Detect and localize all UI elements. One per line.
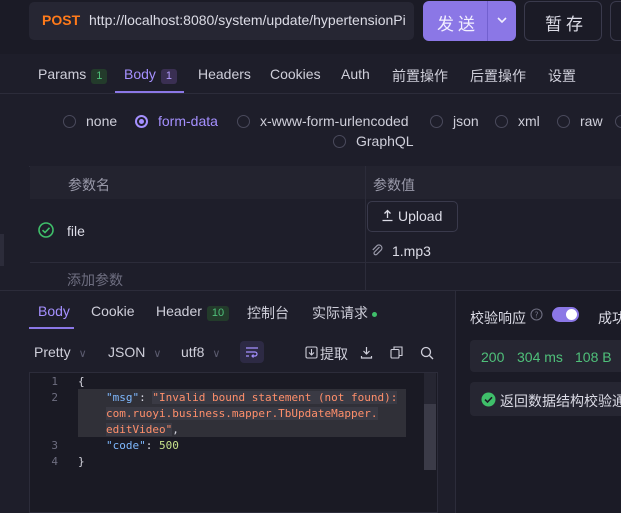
radio-none[interactable] (63, 115, 76, 128)
tab-body[interactable]: Body 1 (124, 66, 178, 84)
tab-headers[interactable]: Headers (198, 66, 251, 82)
tab-auth[interactable]: Auth (341, 66, 370, 82)
format-select[interactable]: Pretty ∨ (34, 344, 87, 360)
send-divider (487, 1, 488, 41)
url-input[interactable]: http://localhost:8080/system/update/hype… (89, 12, 412, 28)
response-tab-header[interactable]: Header 10 (156, 303, 230, 321)
tab-pre-actions[interactable]: 前置操作 (392, 66, 448, 86)
send-button-label[interactable]: 发送 (437, 10, 479, 35)
radio-urlencoded-label[interactable]: x-www-form-urlencoded (260, 113, 409, 129)
radio-xml[interactable] (495, 115, 508, 128)
validate-response-toggle[interactable] (552, 307, 579, 322)
success-icon (481, 392, 496, 407)
check-circle-icon[interactable] (38, 222, 54, 238)
chevron-down-icon: ∨ (78, 348, 87, 360)
column-divider (365, 166, 366, 290)
tab-settings[interactable]: 设置 (548, 66, 576, 86)
radio-form-data[interactable] (135, 115, 148, 128)
upload-icon (382, 209, 393, 222)
response-active-tab-indicator (29, 327, 74, 329)
json-value-msg-end: editVideo" (106, 423, 173, 436)
param-name-file[interactable]: file (67, 223, 85, 239)
upload-button-label[interactable]: Upload (398, 208, 442, 224)
download-icon[interactable] (360, 346, 373, 359)
radio-json[interactable] (430, 115, 443, 128)
response-tab-actual-request[interactable]: 实际请求 (312, 303, 377, 323)
line-number: 1 (51, 375, 58, 388)
line-number: 4 (51, 455, 58, 468)
json-value-code: 500 (159, 439, 179, 452)
radio-raw-label[interactable]: raw (580, 113, 603, 129)
json-value-msg-cont: com.ruoyi.business.mapper.TbUpdateMapper… (106, 407, 378, 420)
method-select[interactable]: POST (42, 12, 80, 28)
encoding-select[interactable]: utf8 ∨ (181, 344, 220, 360)
radio-json-label[interactable]: json (453, 113, 479, 129)
save-button-label[interactable]: 暂存 (545, 10, 587, 35)
wrap-toggle-button[interactable] (240, 341, 264, 363)
table-header (30, 166, 621, 199)
add-param-placeholder[interactable]: 添加参数 (67, 270, 123, 290)
response-tab-console[interactable]: 控制台 (247, 303, 289, 323)
radio-graphql-label[interactable]: GraphQL (356, 133, 414, 149)
radio-form-data-label[interactable]: form-data (158, 113, 218, 129)
language-select[interactable]: JSON ∨ (108, 344, 161, 360)
active-tab-indicator (115, 91, 184, 93)
response-time: 304 ms (517, 349, 563, 365)
response-tab-cookie[interactable]: Cookie (91, 303, 135, 319)
tab-post-actions[interactable]: 后置操作 (470, 66, 526, 86)
json-key-msg: "msg" (106, 391, 140, 404)
json-value-msg: "Invalid bound statement (not found): (152, 391, 398, 404)
code-line-code: "code": 500 (106, 439, 179, 452)
code-line-msg-end: editVideo", (106, 423, 179, 436)
paperclip-icon (372, 244, 383, 256)
row-divider (30, 262, 621, 263)
radio-urlencoded[interactable] (237, 115, 250, 128)
extract-button[interactable]: 提取 (320, 344, 348, 364)
response-size: 108 B (575, 349, 612, 365)
scrollbar-thumb[interactable] (424, 404, 436, 470)
code-open-brace: { (78, 375, 85, 388)
radio-graphql[interactable] (333, 135, 346, 148)
line-number: 2 (51, 391, 58, 404)
copy-icon[interactable] (390, 346, 403, 359)
help-icon[interactable]: ? (530, 308, 543, 321)
json-key-code: "code" (106, 439, 146, 452)
code-line-msg-cont: com.ruoyi.business.mapper.TbUpdateMapper… (106, 407, 378, 420)
radio-none-label[interactable]: none (86, 113, 117, 129)
scrollbar-track[interactable] (424, 373, 436, 404)
body-count-badge: 1 (160, 69, 178, 84)
chevron-down-icon: ∨ (153, 348, 162, 360)
validation-result-text: 返回数据结构校验通 (500, 393, 621, 409)
response-tab-body[interactable]: Body (38, 303, 70, 319)
tab-cookies[interactable]: Cookies (270, 66, 321, 82)
radio-xml-label[interactable]: xml (518, 113, 540, 129)
validate-response-label: 校验响应 (470, 310, 526, 326)
params-count-badge: 1 (91, 69, 108, 84)
radio-raw[interactable] (557, 115, 570, 128)
more-button[interactable] (610, 1, 621, 41)
status-code: 200 (481, 349, 505, 365)
validation-status-text: 成功 (598, 310, 621, 326)
chevron-down-icon: ∨ (212, 348, 221, 360)
side-drag-handle[interactable] (0, 234, 4, 266)
extract-icon[interactable] (305, 346, 318, 359)
search-icon[interactable] (420, 346, 434, 360)
svg-text:?: ? (534, 311, 538, 320)
chevron-down-icon[interactable] (493, 11, 511, 29)
code-line-msg: "msg": "Invalid bound statement (not fou… (106, 391, 398, 404)
status-dot (372, 311, 377, 317)
file-name[interactable]: 1.mp3 (392, 243, 431, 259)
tab-params[interactable]: Params 1 (38, 66, 108, 84)
column-header-name: 参数名 (68, 177, 110, 193)
column-header-value: 参数值 (373, 177, 415, 193)
wrap-icon (246, 347, 258, 358)
header-count-badge: 10 (206, 306, 230, 321)
radio-binary[interactable] (615, 115, 621, 128)
line-number: 3 (51, 439, 58, 452)
code-close-brace: } (78, 455, 85, 468)
